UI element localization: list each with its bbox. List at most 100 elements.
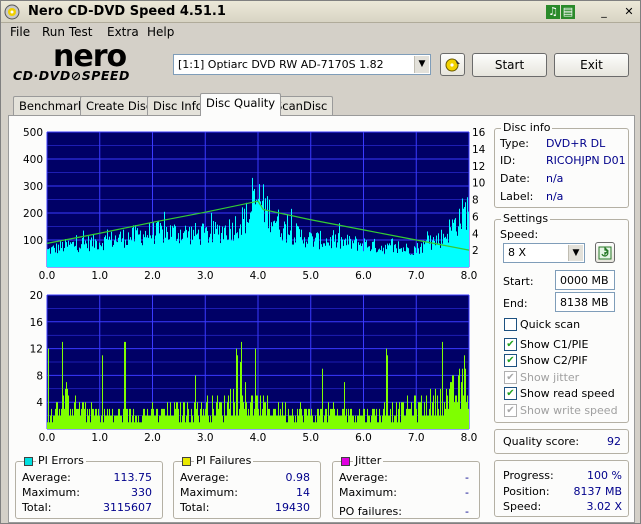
pif-bar xyxy=(349,415,350,429)
pif-bar xyxy=(371,415,372,429)
pi-errors-group: PI Errors Average: 113.75 Maximum: 330 T… xyxy=(15,454,163,519)
minimize-icon[interactable]: _ xyxy=(597,5,611,19)
pif-bar xyxy=(247,415,248,429)
pie-bar xyxy=(96,240,97,267)
pif-bar xyxy=(370,422,371,429)
menu-run-test[interactable]: Run Test xyxy=(42,25,92,39)
pie-bar xyxy=(202,223,203,267)
pie-bar xyxy=(468,211,469,267)
pif-bar xyxy=(240,362,241,429)
pie-bar xyxy=(402,251,403,267)
pie-bar xyxy=(404,251,405,267)
pie-bar xyxy=(336,247,337,267)
pif-bar xyxy=(453,375,454,429)
pie-bar xyxy=(219,225,220,267)
pif-bar xyxy=(423,415,424,429)
eject-button[interactable] xyxy=(440,53,465,76)
pif-bar xyxy=(313,422,314,429)
speed-select-value: 8 X xyxy=(508,246,527,259)
pif-bar xyxy=(357,415,358,429)
menu-help[interactable]: Help xyxy=(147,25,174,39)
pif-bar xyxy=(306,408,307,429)
exit-button[interactable]: Exit xyxy=(554,53,629,77)
pif-bar xyxy=(340,415,341,429)
speed-select[interactable]: 8 X ▼ xyxy=(503,243,585,263)
pif-bar xyxy=(197,402,198,429)
pif-bar xyxy=(462,368,463,429)
pie-bar xyxy=(88,236,89,267)
pi-failures-chart: 4 8 12 16 20 0.0 1.0 2.0 3.0 4.0 5.0 6.0 7.0 8.0 xyxy=(30,290,478,444)
tray-icon[interactable]: ♫ xyxy=(546,5,560,19)
pif-bar xyxy=(273,408,274,429)
show-write-speed-label: Show write speed xyxy=(520,404,618,417)
x-tick-label: 3.0 xyxy=(197,270,214,282)
quick-scan-checkbox[interactable] xyxy=(504,318,517,331)
chevron-down-icon[interactable]: ▼ xyxy=(568,245,583,261)
pif-bar xyxy=(194,402,195,429)
pie-bar xyxy=(412,254,413,267)
close-icon[interactable]: ✕ xyxy=(622,5,636,19)
show-c2-checkbox[interactable]: ✔ xyxy=(504,354,517,367)
tray-icon-2[interactable]: ▤ xyxy=(561,5,575,19)
pie-bar xyxy=(351,248,352,267)
pie-bar xyxy=(461,228,462,267)
pif-bar xyxy=(393,422,394,429)
pie-bar xyxy=(345,238,346,267)
pie-bar xyxy=(102,243,103,267)
pie-bar xyxy=(411,254,412,267)
pie-bar xyxy=(194,236,195,267)
pif-bar xyxy=(427,415,428,429)
pif-bar xyxy=(447,395,448,429)
pie-bar xyxy=(177,238,178,267)
pif-bar xyxy=(433,395,434,429)
refresh-speed-button[interactable] xyxy=(595,242,615,263)
tab-disc-quality[interactable]: Disc Quality xyxy=(200,93,282,116)
pif-bar xyxy=(404,415,405,429)
pie-bar xyxy=(67,246,68,267)
pie-bar xyxy=(399,248,400,267)
quality-score-label: Quality score: xyxy=(503,435,580,448)
pie-bar xyxy=(227,240,228,267)
menu-extra[interactable]: Extra xyxy=(107,25,139,39)
pif-bar xyxy=(124,341,125,429)
show-c1-checkbox[interactable]: ✔ xyxy=(504,338,517,351)
pie-bar xyxy=(394,244,395,267)
show-write-speed-checkbox[interactable]: ✔ xyxy=(504,404,517,417)
tab-benchmark[interactable]: Benchmark xyxy=(13,96,91,115)
pie-bar xyxy=(125,239,126,267)
pif-bar xyxy=(81,408,82,429)
pif-bar xyxy=(413,415,414,429)
pif-bar xyxy=(107,408,108,429)
pie-bar xyxy=(128,232,129,267)
chevron-down-icon[interactable]: ▼ xyxy=(414,56,429,73)
end-input[interactable]: 8138 MB xyxy=(555,292,615,312)
pif-bar xyxy=(135,415,136,429)
show-read-speed-checkbox[interactable]: ✔ xyxy=(504,387,517,400)
pif-bar xyxy=(60,415,61,429)
pie-bar xyxy=(146,237,147,267)
x-tick-label: 2.0 xyxy=(144,270,161,282)
pie-bar xyxy=(70,242,71,267)
start-input[interactable]: 0000 MB xyxy=(555,270,615,290)
menu-file[interactable]: File xyxy=(10,25,30,39)
pie-bar xyxy=(94,247,95,267)
pif-bar xyxy=(410,408,411,429)
drive-select[interactable]: [1:1] Optiarc DVD RW AD-7170S 1.82 ▼ xyxy=(173,54,431,75)
pie-bar xyxy=(215,221,216,267)
pie-bar xyxy=(377,251,378,267)
type-label: Type: xyxy=(500,137,529,150)
pie-bar xyxy=(225,225,226,267)
pif-bar xyxy=(400,422,401,429)
show-read-speed-label: Show read speed xyxy=(520,387,615,400)
pif-bar xyxy=(241,341,242,429)
pif-bar xyxy=(310,415,311,429)
start-button[interactable]: Start xyxy=(472,53,547,77)
pie-bar xyxy=(211,212,212,267)
pie-bar xyxy=(307,243,308,267)
pie-bar xyxy=(408,248,409,267)
pif-bar xyxy=(327,422,328,429)
pif-bar xyxy=(162,408,163,429)
pif-bar xyxy=(330,408,331,429)
pif-bar xyxy=(368,415,369,429)
show-jitter-checkbox[interactable]: ✔ xyxy=(504,371,517,384)
